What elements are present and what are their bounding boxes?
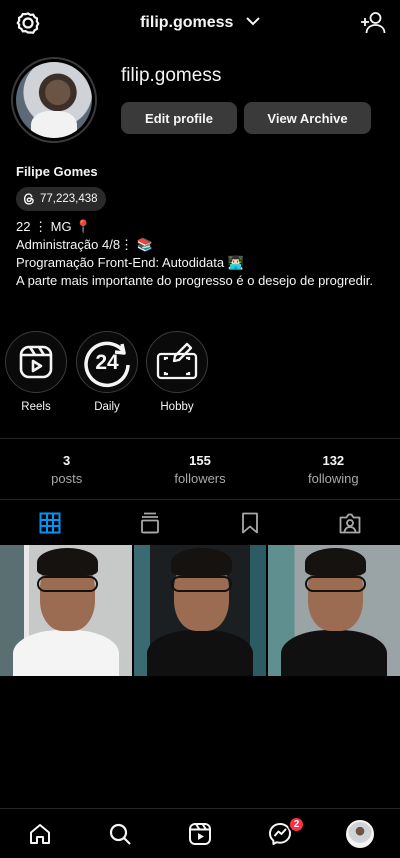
- drawing-tablet-icon: [156, 342, 198, 380]
- post-glasses: [304, 576, 366, 593]
- bio: 22 ⋮ MG 📍 Administração 4/8⋮ 📚 Programaç…: [16, 218, 386, 290]
- chevron-down-icon: [246, 17, 260, 26]
- home-icon: [30, 823, 50, 844]
- account-switcher[interactable]: filip.gomess: [0, 14, 400, 32]
- post-shirt: [13, 630, 119, 676]
- profile-handle: filip.gomess: [121, 65, 222, 86]
- stat-label: following: [308, 471, 359, 486]
- bottom-nav: 2: [0, 808, 400, 858]
- threads-count: 77,223,438: [40, 193, 98, 205]
- edit-profile-button[interactable]: Edit profile: [121, 102, 237, 134]
- stat-value: 155: [189, 453, 211, 468]
- svg-text:24: 24: [95, 351, 119, 374]
- search-icon: [109, 823, 131, 845]
- view-archive-button[interactable]: View Archive: [244, 102, 371, 134]
- post-hair: [36, 547, 98, 577]
- feed-icon: [141, 512, 159, 534]
- nav-profile[interactable]: [320, 809, 400, 858]
- highlight-hobby[interactable]: Hobby: [146, 331, 208, 413]
- posts-stat[interactable]: 3 posts: [0, 439, 133, 499]
- highlight-cover: 24: [76, 331, 138, 393]
- stat-value: 3: [63, 453, 71, 468]
- post-hair: [304, 547, 366, 577]
- followers-stat[interactable]: 155 followers: [133, 439, 266, 499]
- full-name: Filipe Gomes: [16, 164, 98, 179]
- post-thumbnail[interactable]: [0, 545, 132, 676]
- highlight-cover: [146, 331, 208, 393]
- highlight-label: Hobby: [160, 401, 194, 413]
- post-hair: [170, 547, 232, 577]
- saved-icon: [242, 512, 258, 534]
- messages-badge: 2: [288, 816, 305, 833]
- header-username: filip.gomess: [140, 14, 234, 31]
- tab-tagged[interactable]: [300, 501, 400, 545]
- posts-grid: [0, 545, 400, 676]
- bio-line: Programação Front-End: Autodidata 👨🏻‍💻: [16, 255, 244, 270]
- tab-saved[interactable]: [200, 501, 300, 545]
- stat-value: 132: [322, 453, 345, 468]
- post-shirt: [147, 630, 253, 676]
- content-tabs: [0, 501, 400, 545]
- bio-line: 22 ⋮ MG 📍: [16, 219, 92, 234]
- post-glasses: [170, 576, 232, 593]
- highlight-cover: [5, 331, 67, 393]
- reels-icon: [189, 822, 211, 845]
- highlight-label: Reels: [21, 401, 51, 413]
- threads-icon: [23, 193, 34, 205]
- tab-posts-grid[interactable]: [0, 501, 100, 545]
- 24-hours-icon: 24: [84, 341, 130, 388]
- post-thumbnail[interactable]: [134, 545, 266, 676]
- stat-label: followers: [174, 471, 226, 486]
- highlight-daily[interactable]: 24 Daily: [76, 331, 138, 413]
- stat-label: posts: [51, 471, 83, 486]
- highlight-reels[interactable]: Reels: [5, 331, 67, 413]
- avatar-image: [16, 62, 92, 138]
- reels-icon: [19, 345, 53, 379]
- following-stat[interactable]: 132 following: [267, 439, 400, 499]
- nav-messages[interactable]: 2: [240, 809, 320, 858]
- nav-search[interactable]: [80, 809, 160, 858]
- post-shirt: [281, 630, 387, 676]
- post-glasses: [36, 576, 98, 593]
- profile-stats: 3 posts 155 followers 132 following: [0, 438, 400, 500]
- top-bar: filip.gomess: [0, 0, 400, 46]
- add-user-icon[interactable]: [360, 10, 386, 36]
- nav-home[interactable]: [0, 809, 80, 858]
- tab-feed[interactable]: [100, 501, 200, 545]
- profile-avatar-small: [346, 819, 374, 848]
- profile-avatar[interactable]: [11, 57, 97, 143]
- post-thumbnail[interactable]: [268, 545, 400, 676]
- tagged-icon: [339, 513, 361, 534]
- threads-badge[interactable]: 77,223,438: [16, 187, 106, 211]
- highlight-label: Daily: [94, 401, 120, 413]
- bio-line: Administração 4/8⋮ 📚: [16, 237, 153, 252]
- bio-line: A parte mais importante do progresso é o…: [16, 273, 373, 288]
- grid-icon: [39, 512, 61, 534]
- nav-reels[interactable]: [160, 809, 240, 858]
